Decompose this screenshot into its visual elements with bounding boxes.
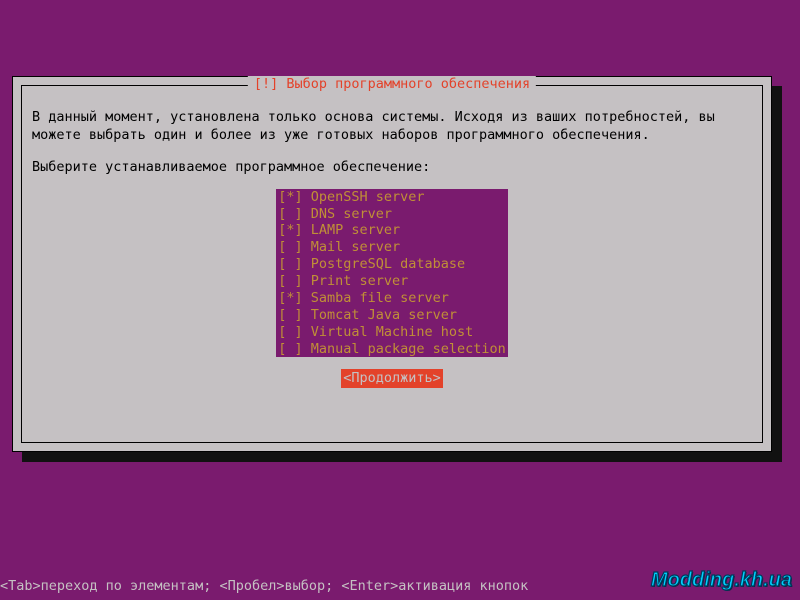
checkbox-icon: [ ] — [278, 206, 302, 222]
checkbox-icon: [ ] — [278, 256, 302, 272]
checkbox-icon: [ ] — [278, 239, 302, 255]
intro-text: В данный момент, установлена только осно… — [32, 108, 752, 144]
option-label: DNS server — [311, 206, 506, 222]
options-list-wrap: [*] OpenSSH server [ ] DNS server [*] LA… — [32, 189, 752, 358]
checkbox-icon: [ ] — [278, 273, 302, 289]
help-bar: <Tab>переход по элементам; <Пробел>выбор… — [0, 578, 528, 594]
checkbox-icon: [*] — [278, 222, 302, 238]
checkbox-icon: [*] — [278, 189, 302, 205]
dialog-content: В данный момент, установлена только осно… — [22, 86, 762, 396]
dialog-title: [!] Выбор программного обеспечения — [248, 76, 536, 92]
option-label: Tomcat Java server — [311, 307, 506, 323]
checkbox-icon: [*] — [278, 290, 302, 306]
checkbox-icon: [ ] — [278, 324, 302, 340]
options-list[interactable]: [*] OpenSSH server [ ] DNS server [*] LA… — [276, 189, 508, 358]
option-label: Mail server — [311, 239, 506, 255]
option-label: PostgreSQL database — [311, 256, 506, 272]
continue-button[interactable]: <Продолжить> — [341, 369, 443, 387]
option-row[interactable]: [*] OpenSSH server — [276, 189, 508, 206]
watermark-text: Modding.kh.ua — [651, 569, 792, 592]
prompt-text: Выберите устанавливаемое программное обе… — [32, 158, 752, 176]
option-row[interactable]: [ ] PostgreSQL database — [276, 256, 508, 273]
option-label: Print server — [311, 273, 506, 289]
option-label: OpenSSH server — [311, 189, 506, 205]
option-label: Virtual Machine host — [311, 324, 506, 340]
dialog-inner-frame: [!] Выбор программного обеспечения В дан… — [21, 85, 763, 443]
option-row[interactable]: [ ] Manual package selection — [276, 341, 508, 358]
option-label: Manual package selection — [311, 341, 506, 357]
software-selection-dialog: [!] Выбор программного обеспечения В дан… — [12, 76, 772, 452]
checkbox-icon: [ ] — [278, 307, 302, 323]
option-row[interactable]: [ ] Print server — [276, 273, 508, 290]
option-row[interactable]: [ ] Virtual Machine host — [276, 324, 508, 341]
option-label: Samba file server — [311, 290, 506, 306]
continue-wrap: <Продолжить> — [32, 369, 752, 387]
option-row[interactable]: [*] LAMP server — [276, 222, 508, 239]
checkbox-icon: [ ] — [278, 341, 302, 357]
option-label: LAMP server — [311, 222, 506, 238]
option-row[interactable]: [ ] DNS server — [276, 206, 508, 223]
option-row[interactable]: [ ] Mail server — [276, 239, 508, 256]
option-row[interactable]: [ ] Tomcat Java server — [276, 307, 508, 324]
option-row[interactable]: [*] Samba file server — [276, 290, 508, 307]
